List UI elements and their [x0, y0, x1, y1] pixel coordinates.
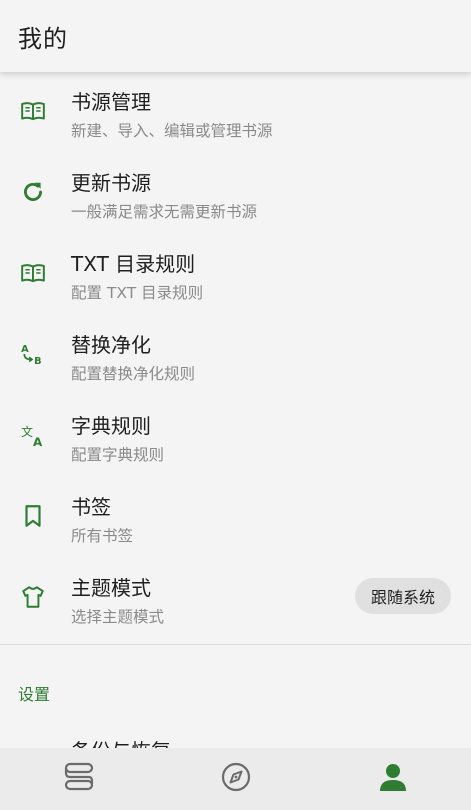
menu-item-txt-toc-rules[interactable]: TXT 目录规则 配置 TXT 目录规则 — [0, 234, 471, 315]
svg-text:文: 文 — [21, 425, 33, 439]
settings-list[interactable]: 书源管理 新建、导入、编辑或管理书源 更新书源 一般满足需求无需更新书源 TXT… — [0, 72, 471, 748]
bottom-navigation — [0, 748, 471, 810]
menu-item-subtitle: 选择主题模式 — [71, 608, 165, 626]
ab-replace-icon: A B — [20, 341, 46, 367]
menu-item-title: 替换净化 — [71, 333, 151, 357]
refresh-icon — [20, 179, 46, 205]
svg-text:B: B — [34, 356, 41, 367]
svg-text:A: A — [33, 435, 43, 448]
menu-item-backup-restore[interactable]: 备份与恢复 — [0, 721, 471, 748]
book-open-icon — [20, 260, 46, 286]
bookshelf-icon — [62, 762, 96, 796]
menu-item-title: 更新书源 — [71, 171, 151, 195]
theme-mode-value-chip[interactable]: 跟随系统 — [354, 578, 451, 614]
menu-item-replace-purify[interactable]: A B 替换净化 配置替换净化规则 — [0, 315, 471, 396]
menu-item-subtitle: 新建、导入、编辑或管理书源 — [71, 122, 273, 140]
nav-my[interactable] — [363, 755, 423, 803]
menu-item-title: 备份与恢复 — [71, 735, 171, 748]
menu-item-update-source[interactable]: 更新书源 一般满足需求无需更新书源 — [0, 153, 471, 234]
bookmark-icon — [20, 503, 46, 529]
app-bar: 我的 — [0, 0, 471, 72]
compass-icon — [220, 761, 252, 797]
svg-text:A: A — [21, 344, 29, 355]
nav-bookshelf[interactable] — [49, 755, 109, 803]
menu-item-subtitle: 所有书签 — [71, 527, 134, 545]
menu-item-title: 主题模式 — [71, 576, 151, 600]
menu-item-subtitle: 配置字典规则 — [71, 446, 165, 464]
nav-discover[interactable] — [206, 755, 266, 803]
menu-item-title: 字典规则 — [71, 414, 151, 438]
menu-item-theme-mode[interactable]: 主题模式 选择主题模式 跟随系统 — [0, 558, 471, 639]
menu-item-bookmarks[interactable]: 书签 所有书签 — [0, 477, 471, 558]
page-title: 我的 — [18, 24, 68, 53]
tshirt-icon — [20, 584, 46, 610]
person-icon — [377, 761, 409, 797]
menu-item-subtitle: 配置替换净化规则 — [71, 365, 196, 383]
settings-section-header: 设置 — [18, 685, 51, 704]
menu-item-title: 书签 — [71, 495, 111, 519]
menu-item-subtitle: 一般满足需求无需更新书源 — [71, 203, 258, 221]
menu-item-subtitle: 配置 TXT 目录规则 — [71, 284, 204, 302]
menu-item-title: TXT 目录规则 — [71, 252, 196, 276]
menu-item-dictionary-rules[interactable]: 文 A 字典规则 配置字典规则 — [0, 396, 471, 477]
book-open-icon — [20, 98, 46, 124]
translate-icon: 文 A — [20, 422, 46, 448]
menu-item-title: 书源管理 — [71, 90, 151, 114]
section-divider — [0, 644, 471, 645]
menu-item-book-source[interactable]: 书源管理 新建、导入、编辑或管理书源 — [0, 72, 471, 153]
